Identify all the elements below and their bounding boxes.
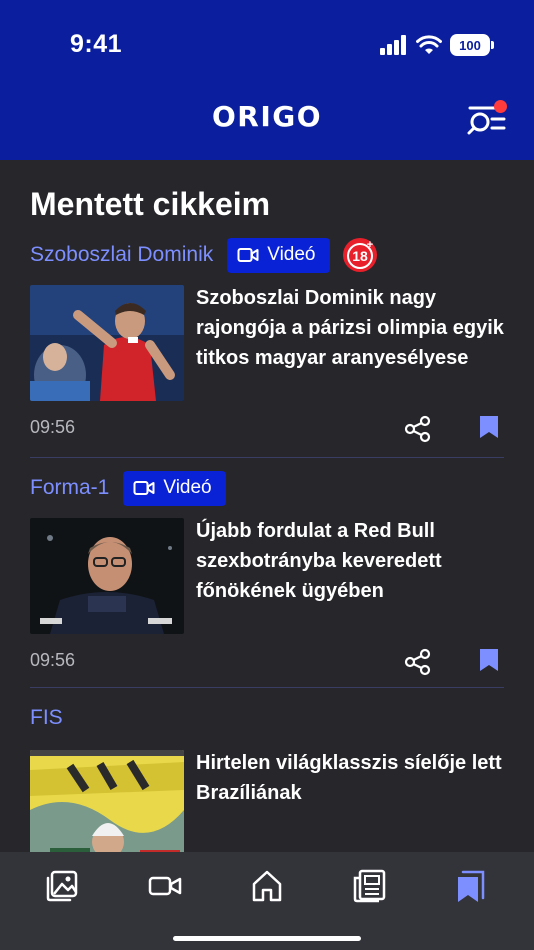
bookmark-icon[interactable] [478, 414, 500, 440]
article-headline[interactable]: Szoboszlai Dominik nagy rajongója a pári… [196, 283, 504, 401]
notification-dot [494, 100, 507, 113]
article-headline[interactable]: Újabb fordulat a Red Bull szexbotrányba … [196, 516, 504, 634]
article-meta: FIS [30, 700, 504, 736]
home-icon[interactable] [249, 868, 285, 904]
article-item[interactable]: FIS Hirtelen világklasszis síelője lett … [30, 700, 504, 852]
video-badge-label: Videó [267, 244, 316, 265]
article-meta: Szoboszlai Dominik Videó 18 + [30, 237, 504, 273]
gallery-icon[interactable] [44, 868, 80, 904]
article-time: 09:56 [30, 416, 76, 437]
article-category[interactable]: FIS [30, 706, 63, 730]
age-rating-text: 18 [352, 248, 368, 264]
share-icon[interactable] [404, 415, 432, 443]
article-headline[interactable]: Hirtelen világklasszis síelője lett Braz… [196, 748, 504, 852]
share-icon[interactable] [404, 648, 432, 676]
article-category[interactable]: Szoboszlai Dominik [30, 243, 213, 267]
article-category[interactable]: Forma-1 [30, 476, 109, 500]
video-camera-icon [237, 248, 259, 262]
divider [30, 457, 504, 458]
article-thumbnail[interactable] [30, 285, 184, 401]
bookmarks-icon[interactable] [453, 868, 489, 904]
wifi-icon [416, 35, 442, 54]
article-item[interactable]: Szoboszlai Dominik Videó 18 + Szoboszlai… [30, 237, 504, 447]
bookmark-icon[interactable] [478, 647, 500, 673]
home-indicator [173, 936, 361, 941]
page-title: Mentett cikkeim [30, 186, 271, 222]
newspaper-icon[interactable] [351, 868, 387, 904]
filter-button[interactable] [466, 100, 508, 138]
video-badge: Videó [227, 237, 330, 273]
divider [30, 687, 504, 688]
signal-icon [380, 35, 406, 55]
video-icon[interactable] [147, 868, 183, 904]
origo-logo[interactable]: ORIGO [0, 100, 534, 133]
video-camera-icon [133, 481, 155, 495]
saved-articles-list[interactable]: Mentett cikkeim Szoboszlai Dominik Videó… [0, 160, 534, 852]
article-item[interactable]: Forma-1 Videó Újabb fordulat a Red Bull … [30, 470, 504, 680]
article-thumbnail[interactable] [30, 750, 184, 852]
status-time: 9:41 [70, 30, 123, 58]
age-rating-18-icon: 18 + [342, 238, 377, 272]
svg-text:+: + [366, 239, 372, 251]
article-meta: Forma-1 Videó [30, 470, 504, 506]
status-icons: 100 [380, 34, 494, 56]
article-time: 09:56 [30, 649, 76, 670]
video-badge-label: Videó [163, 477, 212, 498]
article-thumbnail[interactable] [30, 518, 184, 634]
app-header: 9:41 100 ORIGO [0, 0, 534, 160]
battery-indicator: 100 [450, 34, 494, 56]
video-badge: Videó [123, 470, 226, 506]
